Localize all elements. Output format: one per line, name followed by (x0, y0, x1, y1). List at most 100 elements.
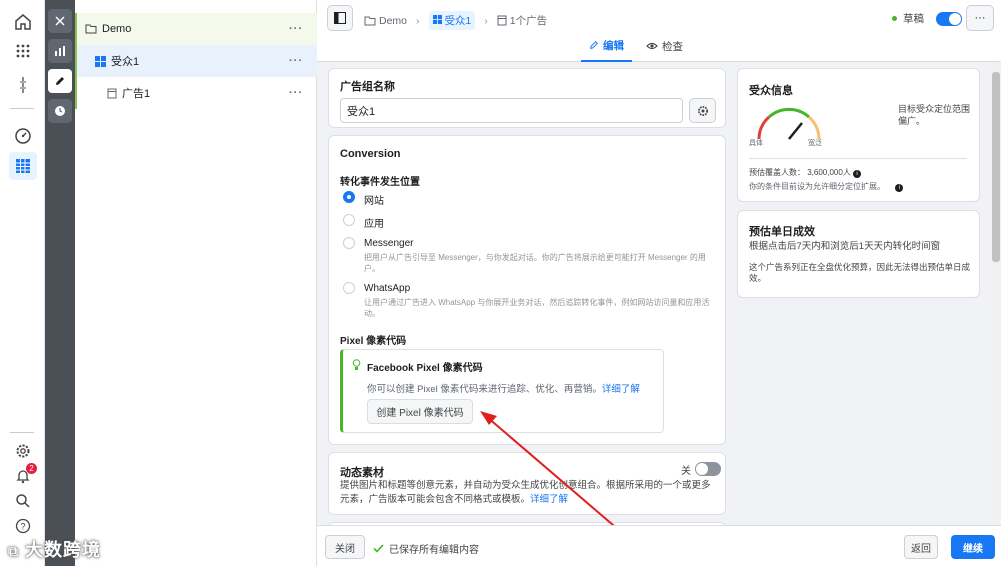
audience-info-title: 受众信息 (749, 85, 793, 97)
ad-page-icon (107, 88, 117, 98)
settings-gear-icon[interactable] (13, 441, 33, 461)
tab-review[interactable]: 检查 (638, 30, 691, 62)
adset-more-icon[interactable]: ··· (289, 55, 303, 67)
svg-text:?: ? (20, 522, 25, 532)
option-messenger-desc: 把用户从广告引导至 Messenger，与你发起对话。你的广告将展示给更可能打开… (364, 253, 706, 273)
clock-icon (55, 106, 65, 116)
pixel-section-label: Pixel 像素代码 (340, 336, 407, 347)
account-avatar-icon[interactable] (13, 75, 33, 95)
publish-toggle[interactable] (936, 11, 962, 26)
continue-button[interactable]: 继续 (951, 535, 995, 559)
edit-pencil-button[interactable] (48, 69, 72, 93)
tree-item-adset[interactable]: 受众1 ··· (75, 45, 317, 77)
daily-results-card: 预估单日成效 根据点击后7天内和浏览后1天天内转化时间窗 这个广告系列正在全盘优… (737, 210, 980, 298)
watermark-symbol-icon: ⧉ (8, 543, 19, 559)
ad-more-icon[interactable]: ··· (289, 87, 303, 99)
status-label: 草稿 (903, 13, 924, 25)
history-clock-button[interactable] (48, 99, 72, 123)
option-whatsapp-label: WhatsApp (364, 283, 411, 294)
pencil-icon (590, 40, 599, 49)
reach-note-row: 你的条件目前设为允许细分定位扩展。 i (749, 181, 904, 192)
adset-name: 受众1 (111, 56, 140, 68)
adset-name-input[interactable]: 受众1 (340, 98, 683, 123)
reach-info-icon[interactable]: i (853, 170, 862, 178)
reach-label: 预估覆盖人数： (749, 168, 805, 177)
folder-icon (364, 16, 376, 25)
scrollbar-thumb[interactable] (992, 72, 1000, 262)
adset-grid-icon (432, 15, 442, 24)
campaign-tree-panel: Demo ··· 受众1 ··· 广告1 ··· (75, 0, 317, 566)
adset-settings-button[interactable] (689, 98, 716, 123)
option-messenger-label: Messenger (364, 238, 414, 249)
content-scrollbar[interactable] (991, 62, 1001, 525)
option-whatsapp-desc: 让用户通过广告进入 WhatsApp 与你展开业务对话，然后追踪转化事件，例如网… (364, 298, 710, 318)
reach-row: 预估覆盖人数： 3,600,000人 i (749, 167, 862, 178)
annotation-arrow (480, 411, 615, 525)
pixel-learn-more-link[interactable]: 详细了解 (602, 384, 640, 395)
tab-edit[interactable]: 编辑 (581, 30, 632, 62)
gauge-low-label: 具体 (749, 140, 763, 147)
ads-manager-table-icon[interactable] (9, 152, 37, 180)
watermark-logo: ⧉ 大数跨境 (8, 536, 101, 562)
editor-content: 广告组名称 受众1 Conversion 转化事件发生位置 网站 应用 Mess… (317, 62, 1001, 525)
tree-item-ad[interactable]: 广告1 ··· (75, 77, 317, 109)
daily-results-note: 这个广告系列正在全盘优化预算，因此无法得出预估单日成效。 (749, 262, 971, 283)
sidebar-toggle-icon (334, 12, 346, 24)
radio-messenger[interactable] (343, 237, 355, 249)
home-icon[interactable] (13, 12, 33, 32)
breadcrumb: Demo › 受众1 › 1个广告 (364, 11, 547, 30)
pixel-box-title: Facebook Pixel 像素代码 (367, 363, 483, 374)
pencil-icon (56, 77, 64, 85)
rail-divider (10, 108, 34, 109)
back-button[interactable]: 返回 (904, 535, 938, 559)
gauge-high-label: 宽泛 (808, 140, 822, 147)
conversion-card: Conversion 转化事件发生位置 网站 应用 Messenger 把用户从… (328, 135, 726, 445)
tab-review-label: 检查 (662, 40, 683, 53)
help-icon[interactable]: ? (13, 516, 33, 536)
lightbulb-icon (352, 359, 361, 370)
breadcrumb-adset-label: 受众1 (444, 15, 472, 27)
folder-icon (85, 24, 97, 34)
pixel-box-text: 你可以创建 Pixel 像素代码来进行追踪、优化、再营销。详细了解 (367, 381, 640, 395)
pixel-box-text-body: 你可以创建 Pixel 像素代码来进行追踪、优化、再营销。 (367, 384, 602, 395)
rail-divider-bottom (10, 432, 34, 433)
audience-info-card: 受众信息 具体 宽泛 目标受众定位范围偏广。 预估覆盖人数： 3,600,000… (737, 68, 980, 202)
campaign-more-icon[interactable]: ··· (289, 23, 303, 35)
tree-item-campaign[interactable]: Demo ··· (75, 13, 317, 45)
breadcrumb-adset[interactable]: 受众1 (428, 11, 476, 30)
breadcrumb-campaign[interactable]: Demo (379, 15, 407, 27)
adset-name-card: 广告组名称 受众1 (328, 68, 726, 128)
search-icon[interactable] (13, 491, 33, 511)
dynamic-toggle-label: 关 (681, 466, 691, 477)
close-panel-button[interactable] (48, 9, 72, 33)
more-options-button[interactable]: ··· (966, 5, 994, 31)
dynamic-creative-title: 动态素材 (340, 467, 384, 479)
tool-strip (45, 0, 75, 566)
close-button[interactable]: 关闭 (325, 535, 365, 559)
campaign-name: Demo (102, 23, 132, 35)
chevron-right-icon: › (484, 14, 488, 27)
conversion-title: Conversion (340, 148, 401, 160)
reach-note-info-icon[interactable]: i (895, 184, 904, 192)
save-status: 已保存所有编辑内容 (373, 541, 479, 556)
radio-website[interactable] (343, 191, 355, 203)
watermark-text: 大数跨境 (25, 540, 101, 560)
audience-summary: 目标受众定位范围偏广。 (898, 104, 971, 126)
option-website-label: 网站 (364, 196, 384, 207)
chevron-right-icon: › (416, 14, 420, 27)
gear-icon (697, 105, 708, 116)
dynamic-creative-toggle[interactable] (695, 462, 721, 476)
apps-grid-icon[interactable] (13, 41, 33, 61)
audience-gauge-icon (757, 107, 821, 140)
notification-badge: 2 (26, 463, 37, 474)
radio-app[interactable] (343, 214, 355, 226)
reports-chart-button[interactable] (48, 39, 72, 63)
radio-whatsapp[interactable] (343, 282, 355, 294)
create-pixel-button[interactable]: 创建 Pixel 像素代码 (367, 399, 473, 424)
toggle-sidebar-button[interactable] (327, 5, 353, 31)
notifications-bell-icon[interactable]: 2 (13, 463, 37, 486)
daily-results-subtitle: 根据点击后7天内和浏览后1天天内转化时间窗 (749, 241, 941, 252)
dashboard-gauge-icon[interactable] (13, 126, 33, 146)
breadcrumb-ads[interactable]: 1个广告 (510, 13, 547, 28)
option-app-label: 应用 (364, 219, 384, 230)
